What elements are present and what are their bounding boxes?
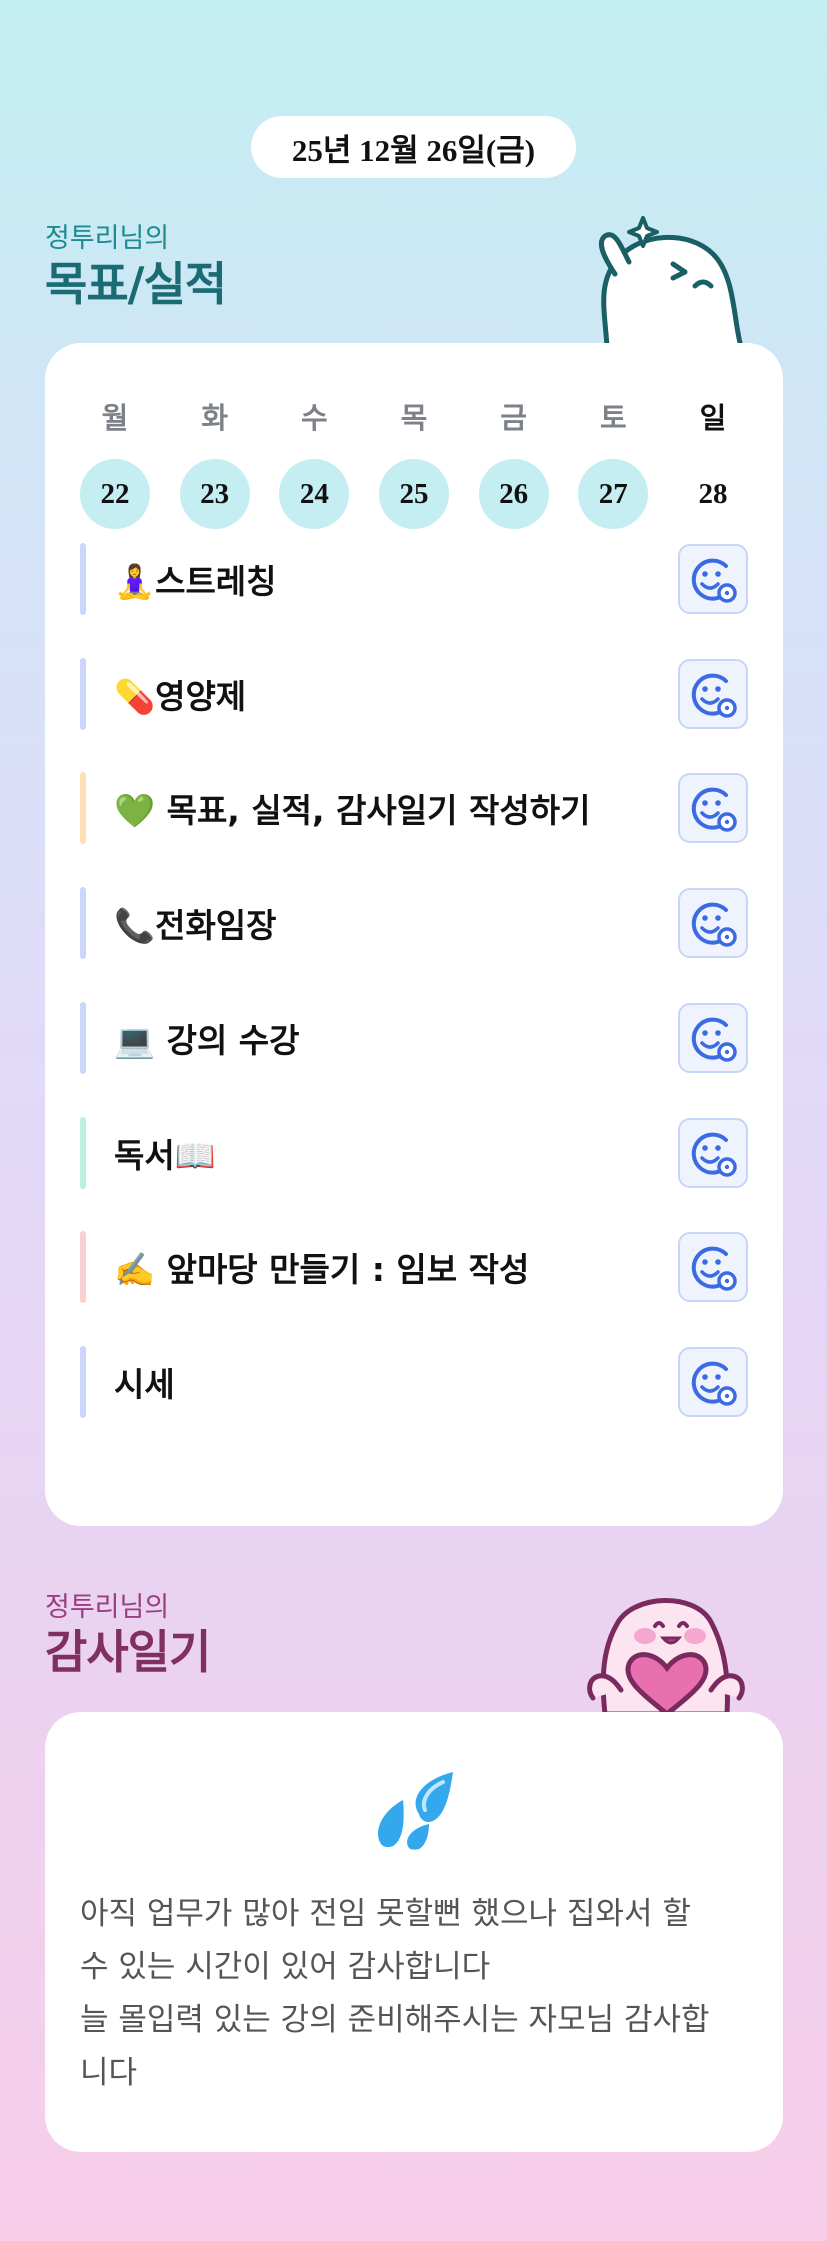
add-reaction-button[interactable]: [678, 1347, 748, 1417]
add-reaction-button[interactable]: [678, 1232, 748, 1302]
day-circle[interactable]: 24: [279, 459, 350, 529]
task-label: 💊영양제: [114, 677, 247, 716]
task-label: 📞전화임장: [114, 906, 277, 945]
task-label: 시세: [114, 1365, 175, 1404]
weekday-label: 금: [500, 401, 527, 435]
task-label: ✍️ 앞마당 만들기 : 임보 작성: [114, 1250, 530, 1289]
task-color-bar: [80, 1346, 86, 1418]
add-reaction-button[interactable]: [678, 659, 748, 729]
gratitude-text: 아직 업무가 많아 전임 못할뻔 했으나 집와서 할 수 있는 시간이 있어 감…: [80, 1896, 710, 2091]
task-row[interactable]: 💻 강의 수강: [80, 1002, 748, 1074]
smiley-add-icon: [691, 558, 737, 603]
weekday-label: 화: [201, 401, 228, 435]
task-row[interactable]: 독서📖: [80, 1117, 748, 1189]
smiley-add-icon: [691, 673, 737, 718]
heart-mascot-icon: [587, 1598, 745, 1714]
add-reaction-button[interactable]: [678, 1003, 748, 1073]
task-color-bar: [80, 1002, 86, 1074]
smiley-add-icon: [691, 787, 737, 832]
smiley-add-icon: [691, 1132, 737, 1177]
sweat-droplets-icon: [377, 1772, 453, 1850]
task-row[interactable]: 💚 목표, 실적, 감사일기 작성하기: [80, 772, 748, 844]
day-today[interactable]: 28: [678, 459, 748, 529]
smiley-add-icon: [691, 1361, 737, 1406]
gratitude-section-title: 감사일기: [45, 1625, 211, 1679]
task-color-bar: [80, 658, 86, 730]
day-circle[interactable]: 26: [478, 459, 549, 529]
smiley-add-icon: [691, 902, 737, 947]
task-color-bar: [80, 772, 86, 844]
smiley-add-icon: [691, 1017, 737, 1062]
task-row[interactable]: 🧘‍♀️스트레칭: [80, 543, 748, 615]
day-circle[interactable]: 27: [578, 459, 649, 529]
date-pill[interactable]: 25년 12월 26일(금): [251, 116, 576, 178]
goals-card: 월 화 수 목 금 토 일 22 23 24 25 26 27 28 🧘‍♀️스…: [45, 343, 783, 1526]
weekday-label: 목: [400, 401, 428, 435]
task-row[interactable]: 📞전화임장: [80, 887, 748, 959]
task-color-bar: [80, 543, 86, 615]
weekday-row: 월 화 수 목 금 토 일: [80, 395, 748, 437]
weekday-label: 토: [599, 401, 627, 435]
day-circle[interactable]: 23: [179, 459, 250, 529]
day-circle[interactable]: 25: [378, 459, 449, 529]
task-label: 💚 목표, 실적, 감사일기 작성하기: [114, 791, 591, 830]
task-label: 독서📖: [114, 1136, 216, 1175]
ghost-mascot-icon: [598, 216, 744, 347]
add-reaction-button[interactable]: [678, 773, 748, 843]
task-row[interactable]: 시세: [80, 1346, 748, 1418]
date-row: 22 23 24 25 26 27 28: [80, 459, 748, 529]
add-reaction-button[interactable]: [678, 888, 748, 958]
weekday-label-today: 일: [699, 401, 727, 435]
task-label: 🧘‍♀️스트레칭: [114, 562, 277, 601]
day-circle[interactable]: 22: [80, 459, 150, 529]
add-reaction-button[interactable]: [678, 544, 748, 614]
task-label: 💻 강의 수강: [114, 1021, 300, 1060]
smiley-add-icon: [691, 1246, 737, 1291]
weekday-label: 월: [101, 401, 129, 435]
task-color-bar: [80, 1231, 86, 1303]
gratitude-card: 아직 업무가 많아 전임 못할뻔 했으나 집와서 할 수 있는 시간이 있어 감…: [45, 1712, 783, 2152]
task-color-bar: [80, 1117, 86, 1189]
task-row[interactable]: ✍️ 앞마당 만들기 : 임보 작성: [80, 1231, 748, 1303]
goals-section-title: 목표/실적: [45, 257, 227, 311]
add-reaction-button[interactable]: [678, 1118, 748, 1188]
task-row[interactable]: 💊영양제: [80, 658, 748, 730]
task-color-bar: [80, 887, 86, 959]
weekday-label: 수: [300, 401, 328, 435]
